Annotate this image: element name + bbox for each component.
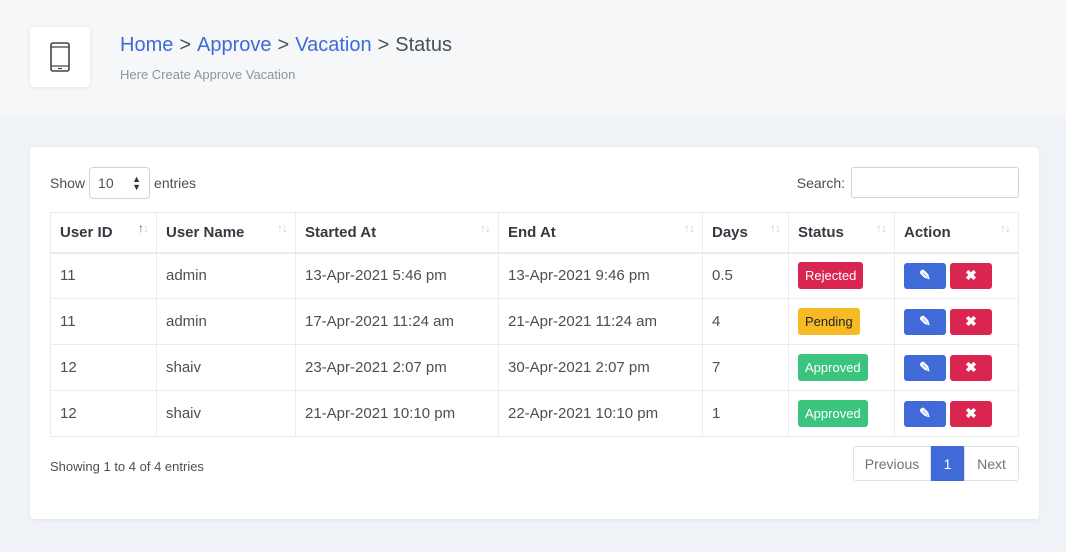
column-header-started-at[interactable]: Started At ↑↓ [295, 212, 499, 254]
cell-status: Pending [788, 298, 895, 345]
show-label: Show [50, 175, 86, 191]
cell-end-at: 22-Apr-2021 10:10 pm [498, 390, 703, 437]
vacation-table-card: Show 10 ▲ ▼ entries Search: User ID ↑↓ Use… [30, 147, 1039, 519]
table-info: Showing 1 to 4 of 4 entries [50, 459, 204, 474]
cell-days: 0.5 [702, 252, 789, 299]
delete-button[interactable]: ✖ [950, 400, 992, 427]
sort-arrows-icon: ▲ ▼ [132, 174, 142, 192]
cell-end-at: 21-Apr-2021 11:24 am [498, 298, 703, 345]
cell-action: ✎ ✖ [894, 390, 1019, 437]
table-row: 12 shaiv 21-Apr-2021 10:10 pm 22-Apr-202… [50, 390, 1019, 437]
column-header-status[interactable]: Status ↑↓ [788, 212, 895, 254]
edit-button[interactable]: ✎ [904, 262, 946, 289]
entries-select[interactable]: 10 ▲ ▼ [89, 167, 151, 199]
column-header-user-name[interactable]: User Name ↑↓ [156, 212, 296, 254]
breadcrumb-approve[interactable]: Approve [197, 34, 272, 56]
cell-started-at: 17-Apr-2021 11:24 am [295, 298, 499, 345]
page-subtitle: Here Create Approve Vacation [120, 67, 296, 82]
close-icon: ✖ [965, 313, 977, 329]
sort-icon: ↑↓ [480, 221, 491, 235]
breadcrumb: Home > Approve > Vacation > Status [120, 34, 452, 57]
edit-icon: ✎ [919, 405, 931, 421]
page-icon-box [30, 27, 90, 87]
cell-user-name: admin [156, 252, 296, 299]
page-1-button[interactable]: 1 [931, 446, 964, 481]
search-input[interactable] [851, 167, 1019, 198]
search-control: Search: [797, 167, 1019, 198]
column-header-days[interactable]: Days ↑↓ [702, 212, 789, 254]
column-header-end-at[interactable]: End At ↑↓ [498, 212, 703, 254]
status-badge: Rejected [798, 262, 864, 290]
table-header-row: User ID ↑↓ User Name ↑↓ Started At ↑↓ End A… [50, 212, 1019, 254]
cell-status: Approved [788, 390, 895, 437]
status-badge: Pending [798, 308, 860, 335]
breadcrumb-separator: > [377, 34, 390, 56]
sort-icon: ↑↓ [277, 221, 288, 235]
sort-icon: ↑↓ [1000, 221, 1011, 235]
table-row: 11 admin 17-Apr-2021 11:24 am 21-Apr-202… [50, 298, 1019, 345]
cell-action: ✎ ✖ [894, 298, 1019, 345]
tablet-icon [50, 42, 70, 72]
close-icon: ✖ [965, 267, 977, 284]
cell-user-id: 11 [50, 252, 157, 299]
pagination: Previous 1 Next [853, 446, 1019, 481]
cell-user-id: 12 [50, 344, 157, 391]
cell-end-at: 13-Apr-2021 9:46 pm [498, 252, 703, 299]
search-label: Search: [796, 174, 845, 191]
sort-icon: ↑↓ [770, 221, 781, 235]
next-page-button[interactable]: Next [964, 446, 1019, 481]
edit-icon: ✎ [919, 313, 931, 329]
sort-icon: ↑↓ [684, 221, 695, 235]
breadcrumb-home[interactable]: Home [120, 34, 173, 56]
cell-days: 1 [702, 390, 789, 437]
delete-button[interactable]: ✖ [950, 354, 992, 381]
breadcrumb-vacation[interactable]: Vacation [295, 34, 371, 56]
table-row: 12 shaiv 23-Apr-2021 2:07 pm 30-Apr-2021… [50, 344, 1019, 391]
cell-user-id: 12 [50, 390, 157, 437]
sort-icon: ↑↓ [876, 221, 887, 235]
status-badge: Approved [798, 400, 868, 427]
edit-button[interactable]: ✎ [904, 354, 946, 381]
cell-status: Approved [788, 344, 895, 391]
status-badge: Approved [798, 354, 868, 381]
cell-user-name: admin [156, 298, 296, 345]
cell-started-at: 23-Apr-2021 2:07 pm [295, 344, 499, 391]
previous-page-button[interactable]: Previous [853, 446, 931, 481]
vacation-table: User ID ↑↓ User Name ↑↓ Started At ↑↓ End A… [50, 212, 1019, 437]
column-header-action[interactable]: Action ↑↓ [894, 212, 1019, 254]
cell-started-at: 13-Apr-2021 5:46 pm [295, 252, 499, 299]
cell-days: 4 [702, 298, 789, 345]
edit-button[interactable]: ✎ [904, 308, 946, 335]
entries-label: entries [154, 175, 197, 191]
cell-end-at: 30-Apr-2021 2:07 pm [498, 344, 703, 391]
table-row: 11 admin 13-Apr-2021 5:46 pm 13-Apr-2021… [50, 252, 1019, 299]
entries-select-value: 10 [98, 175, 114, 191]
cell-status: Rejected [788, 252, 895, 299]
breadcrumb-current: Status [395, 34, 452, 56]
close-icon: ✖ [965, 359, 977, 375]
breadcrumb-separator: > [277, 34, 290, 56]
edit-icon: ✎ [919, 267, 931, 284]
cell-action: ✎ ✖ [894, 252, 1019, 299]
cell-user-id: 11 [50, 298, 157, 345]
breadcrumb-separator: > [179, 34, 192, 56]
cell-user-name: shaiv [156, 390, 296, 437]
cell-action: ✎ ✖ [894, 344, 1019, 391]
entries-length-control: Show 10 ▲ ▼ entries [50, 167, 196, 199]
column-header-user-id[interactable]: User ID ↑↓ [50, 212, 157, 254]
sort-icon: ↑↓ [138, 221, 149, 235]
cell-user-name: shaiv [156, 344, 296, 391]
edit-icon: ✎ [919, 359, 931, 375]
cell-days: 7 [702, 344, 789, 391]
delete-button[interactable]: ✖ [950, 308, 992, 335]
edit-button[interactable]: ✎ [904, 400, 946, 427]
cell-started-at: 21-Apr-2021 10:10 pm [295, 390, 499, 437]
close-icon: ✖ [965, 405, 977, 421]
page-header: Home > Approve > Vacation > Status Here Create… [0, 0, 1066, 117]
delete-button[interactable]: ✖ [950, 262, 992, 289]
